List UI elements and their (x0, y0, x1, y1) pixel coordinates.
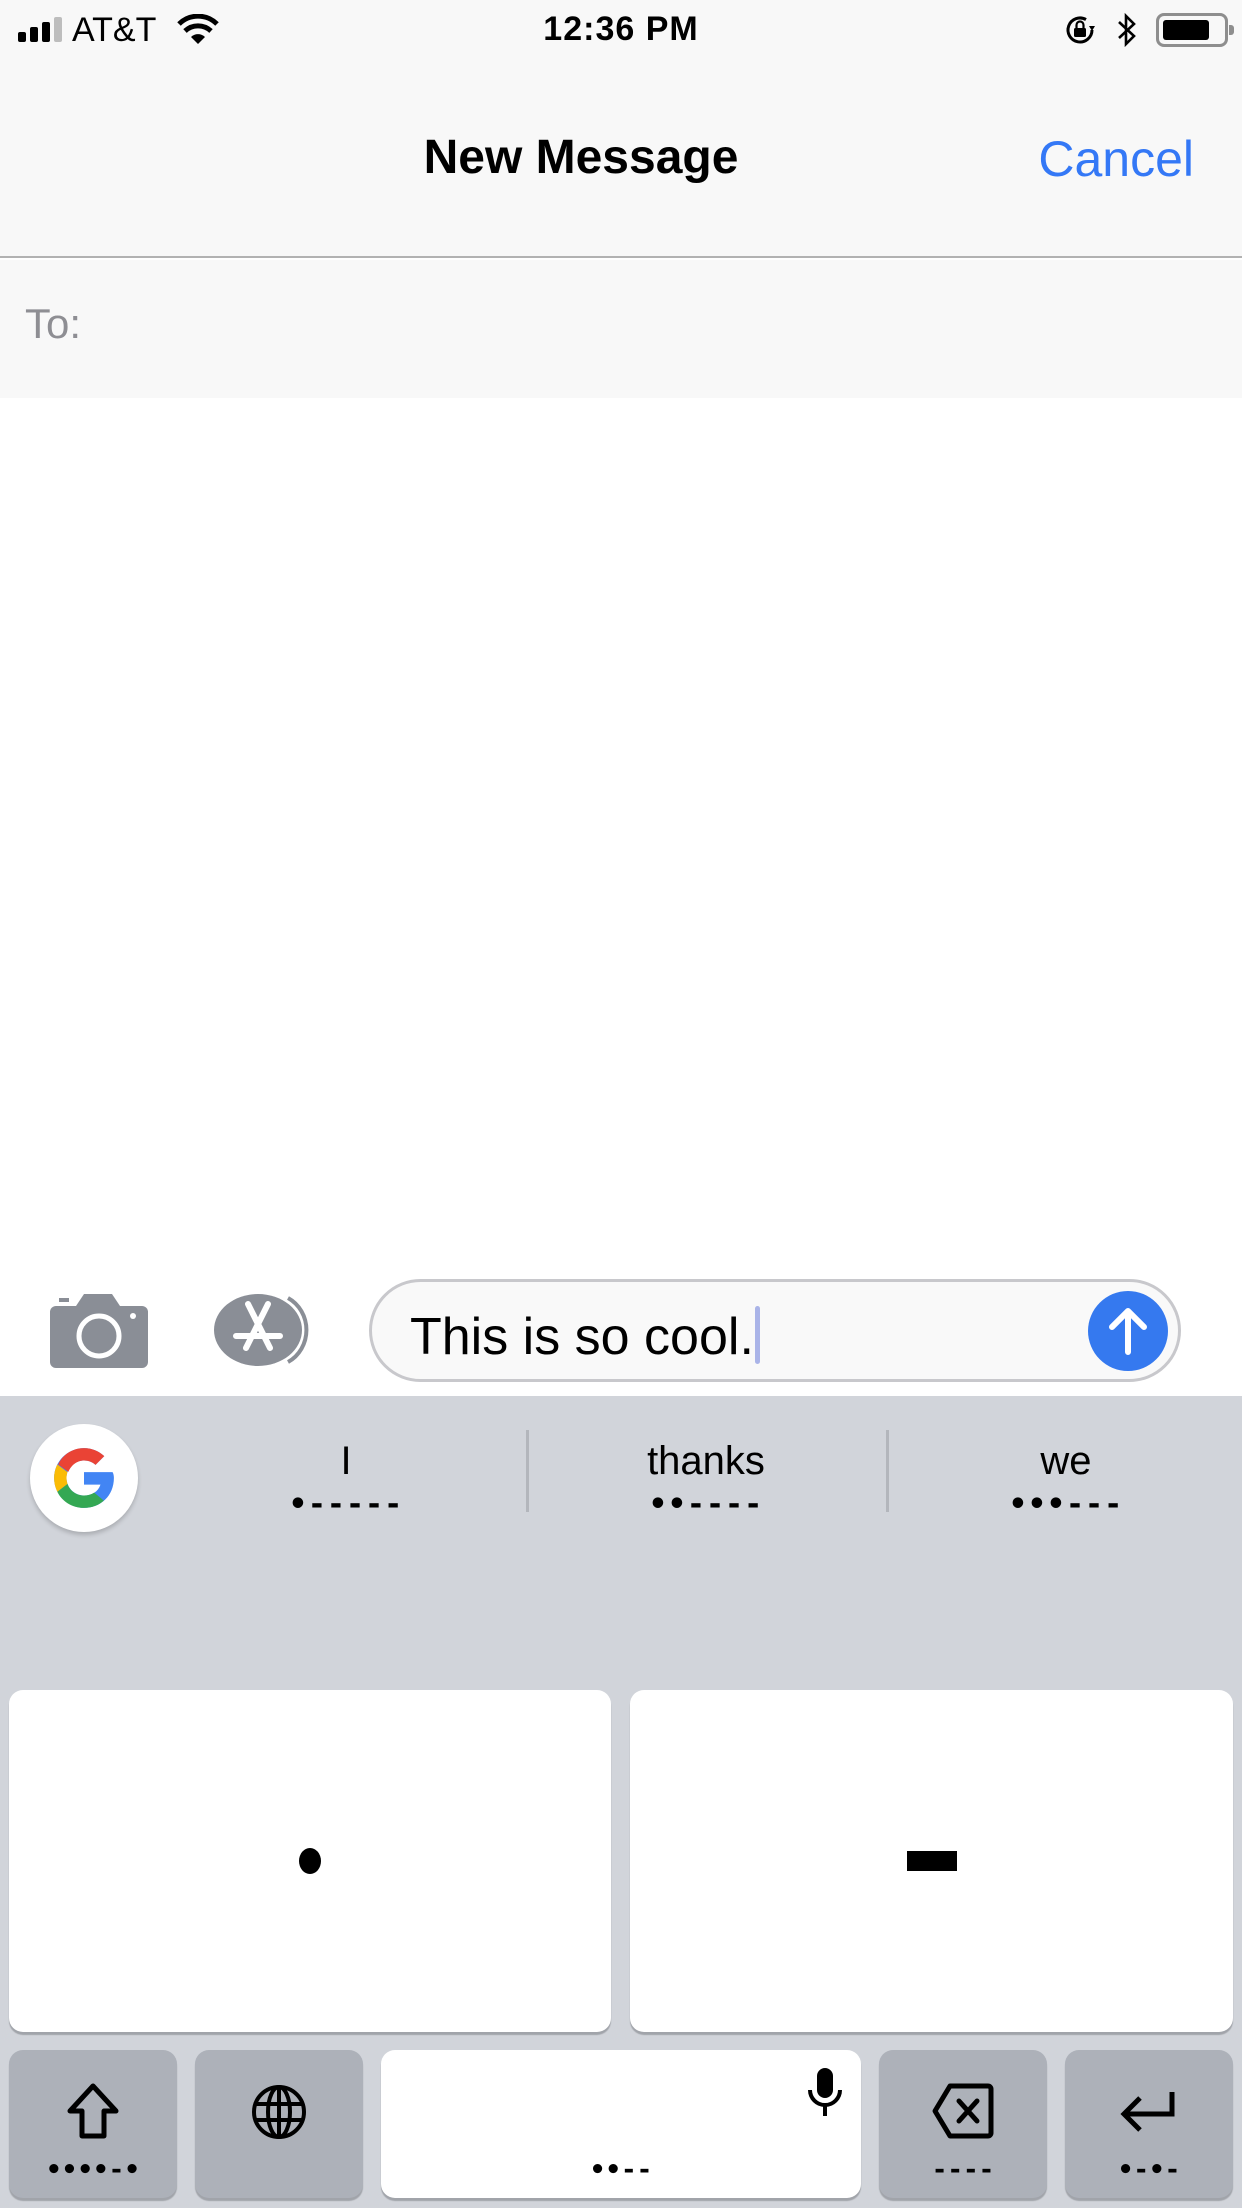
suggestion-item[interactable]: thanks ••---- (526, 1436, 886, 1546)
rotation-lock-icon (1066, 16, 1095, 44)
status-bar-right (1062, 12, 1234, 48)
shift-morse: ••••-• (46, 2155, 140, 2185)
suggestion-item[interactable]: we •••--- (886, 1436, 1242, 1546)
conversation-area (0, 398, 1242, 1260)
dot-icon (299, 1848, 321, 1874)
backspace-morse: ---- (931, 2155, 995, 2185)
suggestion-word: I (340, 1439, 352, 1483)
message-text: This is so cool. (410, 1308, 754, 1366)
shift-key[interactable]: ••••-• (9, 2050, 177, 2198)
backspace-key[interactable]: ---- (879, 2050, 1047, 2198)
dot-key[interactable] (9, 1690, 611, 2032)
google-logo-icon (54, 1448, 114, 1508)
globe-key[interactable] (195, 2050, 363, 2198)
to-label: To: (25, 300, 82, 347)
suggestion-word: we (1040, 1439, 1092, 1483)
suggestion-morse: •••--- (1008, 1487, 1124, 1522)
camera-icon (50, 1294, 148, 1368)
suggestion-item[interactable]: I •----- (166, 1436, 526, 1546)
microphone-icon (808, 2068, 842, 2116)
message-input[interactable]: This is so cool. (369, 1279, 1181, 1382)
compose-bar: This is so cool. (0, 1260, 1242, 1396)
recipient-input[interactable] (100, 290, 1200, 360)
send-arrow-icon (1109, 1308, 1147, 1355)
app-store-icon (214, 1294, 309, 1366)
google-button[interactable] (30, 1424, 138, 1532)
suggestion-word: thanks (647, 1439, 765, 1483)
globe-icon (252, 2085, 306, 2139)
page-title: New Message (423, 131, 739, 184)
shift-icon (67, 2083, 119, 2139)
navigation-bar: New Message Cancel (0, 60, 1242, 258)
status-time: 12:36 PM (543, 10, 699, 48)
return-key[interactable]: •-•- (1065, 2050, 1233, 2198)
space-morse: ••-- (589, 2155, 653, 2185)
morse-keyboard: I •----- thanks ••---- we •••--- ••••-• (0, 1396, 1242, 2208)
return-morse: •-•- (1117, 2155, 1181, 2185)
status-bar: AT&T 12:36 PM (0, 0, 1242, 60)
suggestion-morse: •----- (288, 1487, 404, 1522)
app-store-button[interactable] (210, 1290, 320, 1370)
battery-icon (1156, 13, 1234, 47)
dash-icon (906, 1851, 957, 1871)
text-cursor (754, 1306, 760, 1364)
cancel-button[interactable]: Cancel (1038, 130, 1194, 188)
microphone-button[interactable] (805, 2066, 845, 2123)
suggestion-morse: ••---- (648, 1487, 764, 1522)
backspace-icon (932, 2083, 994, 2139)
camera-button[interactable] (50, 1292, 148, 1368)
space-key[interactable]: ••-- (381, 2050, 861, 2198)
recipient-row: To: (0, 260, 1242, 398)
dash-key[interactable] (630, 1690, 1233, 2032)
bluetooth-icon (1118, 12, 1136, 48)
send-button[interactable] (1088, 1291, 1168, 1371)
return-icon (1120, 2092, 1175, 2132)
